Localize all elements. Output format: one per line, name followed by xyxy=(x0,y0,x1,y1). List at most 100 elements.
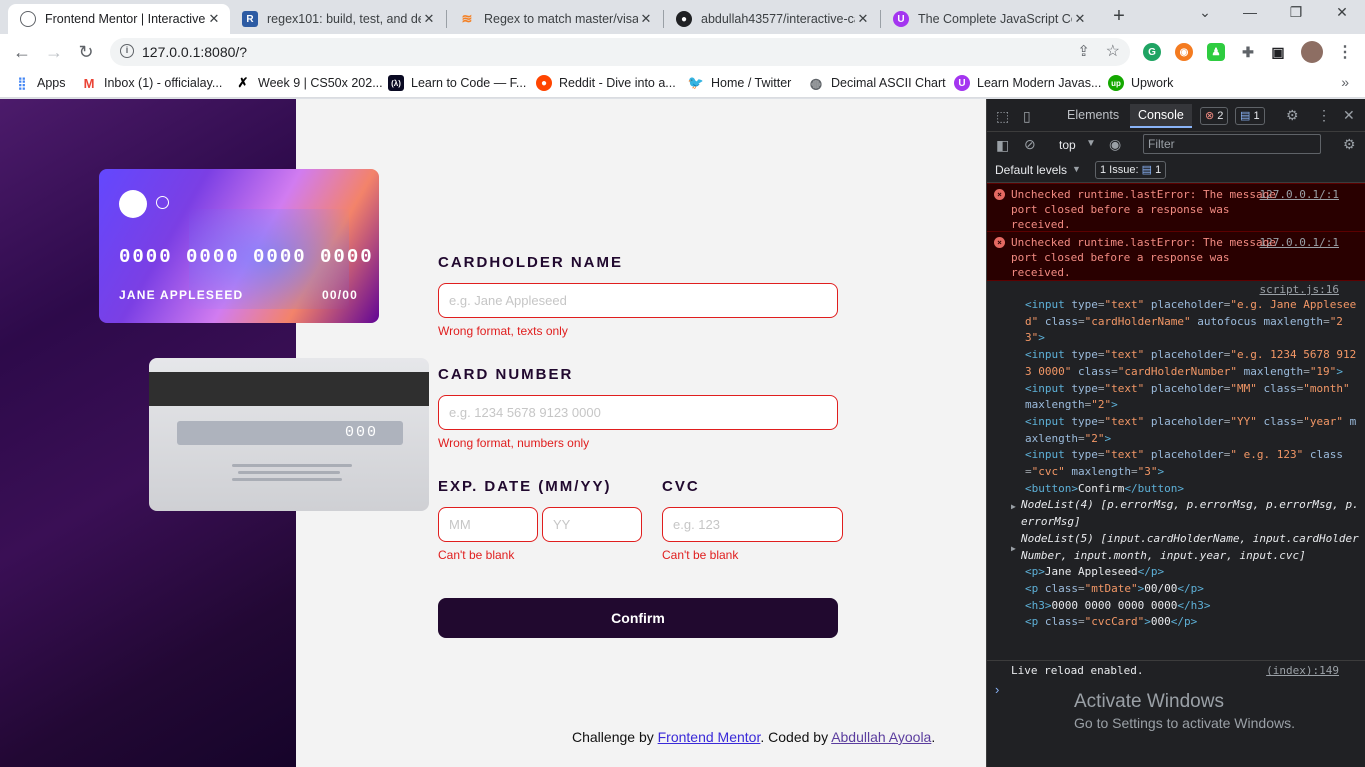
issue-count-badge[interactable]: ▤ 1 xyxy=(1235,107,1265,125)
console-filter-input[interactable]: Filter xyxy=(1143,134,1321,154)
live-expression-eye-icon[interactable]: ◉ xyxy=(1109,136,1121,153)
device-toolbar-icon[interactable]: ▯ xyxy=(1023,108,1031,125)
browser-tab-github[interactable]: ● abdullah43577/interactive-ca ✕ xyxy=(664,4,879,34)
bookmark-label: Learn to Code — F... xyxy=(411,76,527,90)
bookmark-label: Home / Twitter xyxy=(711,76,792,90)
levels-chevron-icon[interactable]: ▼ xyxy=(1072,164,1081,174)
log-input-year[interactable]: <input type="text" placeholder="YY" clas… xyxy=(1025,414,1360,447)
browser-tab-stackoverflow[interactable]: ≋ Regex to match master/visa c ✕ xyxy=(447,4,662,34)
log-p-cvccard[interactable]: <p class="cvcCard">000</p> xyxy=(1025,614,1360,631)
new-tab-button[interactable]: + xyxy=(1108,6,1130,28)
log-nodelist-inputs[interactable]: ▶ NodeList(5) [input.cardHolderName, inpu… xyxy=(1011,531,1360,564)
confirm-button[interactable]: Confirm xyxy=(438,598,838,638)
browser-tab-regex101[interactable]: R regex101: build, test, and deb ✕ xyxy=(230,4,445,34)
context-chevron-icon[interactable]: ▼ xyxy=(1086,138,1096,149)
share-icon[interactable]: ⇪ xyxy=(1077,42,1090,60)
error-x-icon: ⊗ xyxy=(1205,110,1215,122)
console-log-group: script.js:16 <input type="text" placehol… xyxy=(987,281,1365,631)
console-settings-gear-icon[interactable]: ⚙ xyxy=(1343,136,1356,153)
site-info-icon[interactable]: i xyxy=(120,44,134,58)
log-nodelist-errormsg[interactable]: ▶ NodeList(4) [p.errorMsg, p.errorMsg, p.… xyxy=(1011,497,1360,530)
log-input-cardholder[interactable]: <input type="text" placeholder="e.g. Jan… xyxy=(1025,297,1360,347)
close-tab-icon[interactable]: ✕ xyxy=(638,11,654,27)
expand-triangle-icon[interactable]: ▶ xyxy=(1011,541,1016,558)
live-reload-source-link[interactable]: (index):149 xyxy=(1266,664,1339,677)
inspect-element-icon[interactable]: ⬚ xyxy=(996,108,1009,125)
page-viewport: 0000 0000 0000 0000 JANE APPLESEED 00/00… xyxy=(0,99,986,767)
cardholder-name-input[interactable]: e.g. Jane Appleseed xyxy=(438,283,838,318)
expand-triangle-icon[interactable]: ▶ xyxy=(1011,499,1016,516)
log-button[interactable]: <button>Confirm</button> xyxy=(1025,481,1360,498)
settings-gear-icon[interactable]: ⚙ xyxy=(1286,107,1299,124)
bookmark-udemy[interactable]: U Learn Modern Javas... xyxy=(954,75,1101,91)
author-link[interactable]: Abdullah Ayoola xyxy=(831,729,931,745)
year-input[interactable]: YY xyxy=(542,507,642,542)
devtools-menu-icon[interactable]: ⋮ xyxy=(1317,107,1331,124)
browser-tab-udemy[interactable]: U The Complete JavaScript Cou ✕ xyxy=(881,4,1096,34)
extensions-puzzle-icon[interactable]: ✚ xyxy=(1239,43,1257,61)
url-text[interactable]: 127.0.0.1:8080/? xyxy=(142,44,247,60)
back-arrow-icon[interactable]: ← xyxy=(10,40,34,64)
tab-title: regex101: build, test, and deb xyxy=(267,12,421,26)
address-bar[interactable]: i 127.0.0.1:8080/? ⇪ ☆ xyxy=(110,38,1130,66)
bookmark-reddit[interactable]: ● Reddit - Dive into a... xyxy=(536,75,676,91)
bookmark-upwork[interactable]: up Upwork xyxy=(1108,75,1173,91)
restore-button[interactable]: ❐ xyxy=(1281,4,1311,21)
close-tab-icon[interactable]: ✕ xyxy=(1072,11,1088,27)
close-tab-icon[interactable]: ✕ xyxy=(206,11,222,27)
forward-arrow-icon[interactable]: → xyxy=(42,40,66,64)
card-number-error-message: Wrong format, numbers only xyxy=(438,436,590,450)
activate-windows-subtitle: Go to Settings to activate Windows. xyxy=(1074,715,1295,731)
log-p-mtdate[interactable]: <p class="mtDate">00/00</p> xyxy=(1025,581,1360,598)
rss-extension-icon[interactable]: ◉ xyxy=(1175,43,1193,61)
bookmark-ascii-chart[interactable]: ◍ Decimal ASCII Chart xyxy=(808,75,946,91)
grammarly-extension-icon[interactable]: G xyxy=(1143,43,1161,61)
bookmark-gmail[interactable]: M Inbox (1) - officialay... xyxy=(81,75,223,91)
bookmark-apps[interactable]: ⣿ Apps xyxy=(14,75,66,91)
log-input-cvc[interactable]: <input type="text" placeholder=" e.g. 12… xyxy=(1025,447,1360,480)
tab-search-chevron-icon[interactable]: ⌄ xyxy=(1190,4,1220,21)
log-p-name[interactable]: <p>Jane Appleseed</p> xyxy=(1025,564,1360,581)
issues-label: 1 Issue: xyxy=(1100,164,1139,176)
browser-tab-frontend-mentor[interactable]: Frontend Mentor | Interactive ✕ xyxy=(8,4,230,34)
close-devtools-icon[interactable]: ✕ xyxy=(1343,107,1355,124)
bookmarks-overflow-chevron-icon[interactable]: » xyxy=(1341,74,1349,90)
devtools-tab-elements[interactable]: Elements xyxy=(1067,108,1119,122)
bookmark-star-icon[interactable]: ☆ xyxy=(1106,41,1120,61)
udemy-favicon-icon: U xyxy=(893,11,909,27)
profile-avatar[interactable] xyxy=(1301,41,1323,63)
reload-icon[interactable]: ↻ xyxy=(74,40,98,64)
error-source-link[interactable]: 127.0.0.1/:1 xyxy=(1260,235,1339,250)
bookmark-cs50[interactable]: ✗ Week 9 | CS50x 202... xyxy=(235,75,383,91)
close-tab-icon[interactable]: ✕ xyxy=(421,11,437,27)
context-selector[interactable]: top xyxy=(1059,138,1076,152)
close-window-button[interactable]: ✕ xyxy=(1327,4,1357,21)
cvc-input[interactable]: e.g. 123 xyxy=(662,507,843,542)
log-input-month[interactable]: <input type="text" placeholder="MM" clas… xyxy=(1025,381,1360,414)
card-number-input[interactable]: e.g. 1234 5678 9123 0000 xyxy=(438,395,838,430)
log-source-link[interactable]: script.js:16 xyxy=(1260,282,1339,299)
minimize-button[interactable]: — xyxy=(1235,4,1265,20)
green-extension-icon[interactable]: ♟ xyxy=(1207,43,1225,61)
close-tab-icon[interactable]: ✕ xyxy=(855,11,871,27)
default-levels-dropdown[interactable]: Default levels xyxy=(995,163,1067,177)
browser-menu-icon[interactable]: ⋮ xyxy=(1336,43,1354,61)
error-count-badge[interactable]: ⊗ 2 xyxy=(1200,107,1229,125)
clear-console-icon[interactable]: ⊘ xyxy=(1024,136,1036,153)
cvc-error-message: Can't be blank xyxy=(662,548,739,562)
bookmark-twitter[interactable]: 🐦 Home / Twitter xyxy=(688,75,791,91)
month-input[interactable]: MM xyxy=(438,507,538,542)
regex101-favicon-icon: R xyxy=(242,11,258,27)
log-input-number[interactable]: <input type="text" placeholder="e.g. 123… xyxy=(1025,347,1360,380)
browser-toolbar: ← → ↻ i 127.0.0.1:8080/? ⇪ ☆ G ◉ ♟ ✚ ▣ ⋮ xyxy=(0,34,1365,70)
sidebar-toggle-icon[interactable]: ◧ xyxy=(996,137,1009,154)
issues-button[interactable]: 1 Issue: ▤ 1 xyxy=(1095,161,1167,179)
console-prompt-chevron-icon[interactable]: › xyxy=(995,682,999,697)
side-panel-icon[interactable]: ▣ xyxy=(1269,43,1287,61)
log-h3[interactable]: <h3>0000 0000 0000 0000</h3> xyxy=(1025,598,1360,615)
error-source-link[interactable]: 127.0.0.1/:1 xyxy=(1260,187,1339,202)
devtools-tab-console[interactable]: Console xyxy=(1130,104,1192,128)
frontend-mentor-link[interactable]: Frontend Mentor xyxy=(658,729,761,745)
bookmark-freecodecamp[interactable]: (λ) Learn to Code — F... xyxy=(388,75,526,91)
footer-text: Challenge by xyxy=(572,729,658,745)
